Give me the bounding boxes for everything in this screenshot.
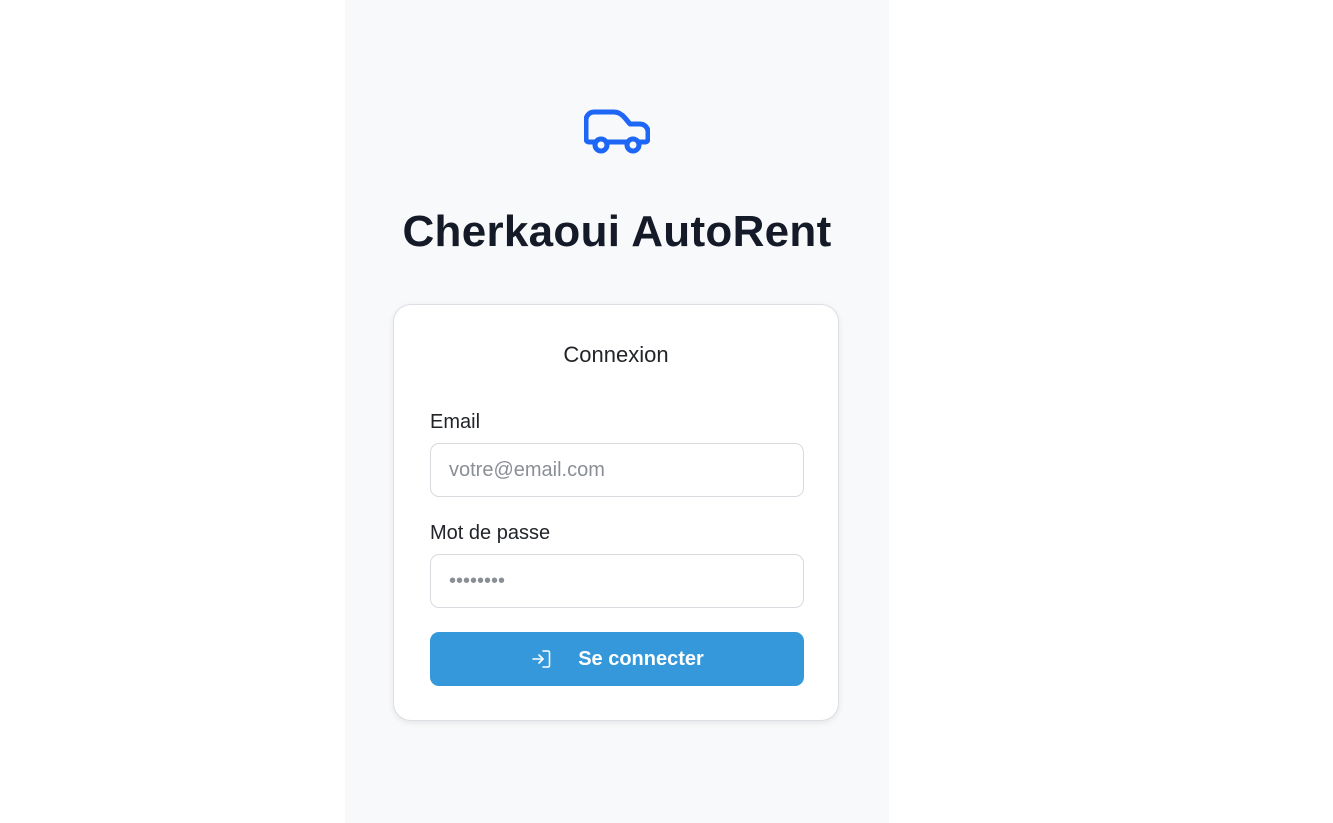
- login-button[interactable]: Se connecter: [430, 632, 804, 686]
- email-label: Email: [430, 411, 481, 433]
- login-page: Cherkaoui AutoRent Connexion Email Mot d…: [0, 0, 1333, 823]
- login-heading: Connexion: [563, 342, 669, 367]
- email-input[interactable]: [430, 443, 804, 497]
- car-icon: [584, 108, 650, 156]
- app-title: Cherkaoui AutoRent: [402, 207, 832, 256]
- login-panel: Cherkaoui AutoRent Connexion Email Mot d…: [345, 0, 889, 823]
- login-card: Connexion Email Mot de passe Se connecte…: [393, 304, 839, 721]
- password-label: Mot de passe: [430, 522, 551, 544]
- login-icon: [530, 648, 552, 670]
- password-input[interactable]: [430, 554, 804, 608]
- login-button-label: Se connecter: [578, 647, 704, 670]
